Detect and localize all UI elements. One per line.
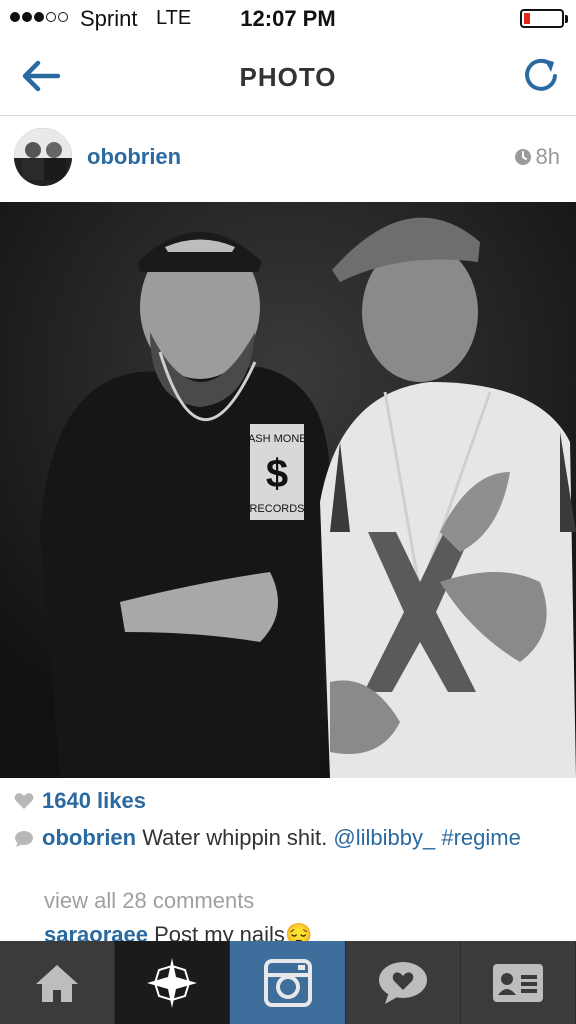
tab-camera[interactable] (230, 941, 346, 1024)
likes-row: 1640 likes (14, 788, 146, 814)
tab-bar (0, 941, 576, 1024)
caption-text: obobrien Water whippin shit. @lilbibby_ … (42, 822, 521, 854)
status-clock: 12:07 PM (240, 6, 336, 31)
post-timestamp: 8h (514, 144, 560, 170)
post-photo[interactable]: CASH MONEY $ RECORDS (0, 202, 576, 778)
tab-profile[interactable] (461, 941, 576, 1024)
shirt-text-bottom: RECORDS (249, 503, 304, 515)
post-time-ago: 8h (535, 144, 560, 169)
view-all-comments-link[interactable]: view all 28 comments (44, 888, 254, 914)
refresh-icon (525, 58, 557, 91)
avatar[interactable] (14, 128, 72, 186)
refresh-button[interactable] (520, 54, 562, 96)
nav-bar: PHOTO (0, 38, 576, 116)
caption-hashtag[interactable]: #regime (441, 825, 520, 850)
tab-activity[interactable] (346, 941, 461, 1024)
home-icon (36, 964, 79, 1002)
caption-username[interactable]: obobrien (42, 825, 136, 850)
page-title: PHOTO (239, 62, 337, 92)
tab-explore[interactable] (115, 941, 231, 1024)
caption-mention[interactable]: @lilbibby_ (333, 825, 435, 850)
heart-bubble-icon (378, 961, 427, 1004)
battery-icon (520, 9, 568, 28)
explore-star-icon (147, 957, 198, 1008)
post-username[interactable]: obobrien (87, 144, 181, 170)
caption-body: Water whippin shit. (142, 825, 328, 850)
shirt-text-symbol: $ (266, 452, 288, 496)
heart-icon (14, 793, 34, 809)
profile-card-icon (492, 963, 543, 1002)
caption-row: obobrien Water whippin shit. @lilbibby_ … (14, 822, 564, 854)
post-header: obobrien 8h (0, 116, 576, 202)
shirt-text-top: CASH MONEY (240, 433, 315, 445)
likes-count[interactable]: 1640 likes (42, 788, 146, 814)
tab-home[interactable] (0, 941, 116, 1024)
camera-icon (263, 958, 312, 1007)
status-bar: Sprint LTE 12:07 PM (0, 0, 576, 38)
clock-icon (514, 149, 531, 165)
comment-bubble-icon (15, 831, 33, 847)
